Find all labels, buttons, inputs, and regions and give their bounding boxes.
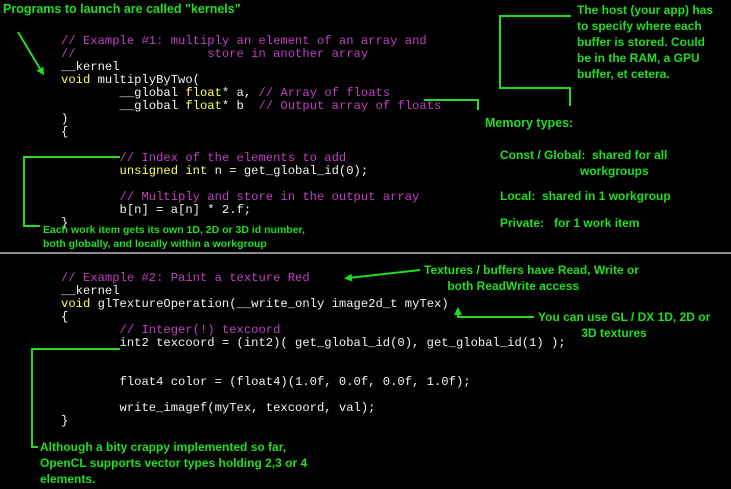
gl-dx-textures-arrow [454,307,534,318]
textures-access-arrow [344,269,421,282]
vector-types-connector [31,348,120,448]
host-note-connector [499,15,571,106]
memory-types-connector [424,99,479,110]
work-item-connector [23,156,120,227]
kernels-arrow [17,31,45,76]
annotation-arrows [17,15,571,448]
